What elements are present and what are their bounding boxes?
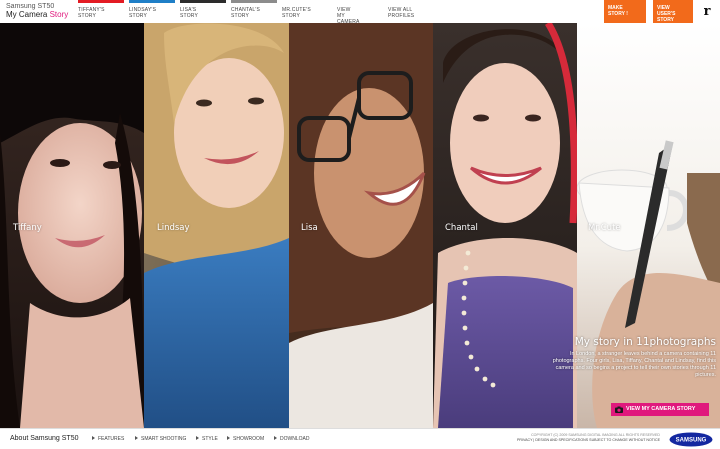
nav-label: Story bbox=[180, 13, 199, 19]
arrow-right-icon bbox=[227, 436, 230, 440]
nav-mrcute-story[interactable]: Mr.Cute's Story bbox=[282, 0, 311, 23]
make-story-button[interactable]: Make Story ! bbox=[604, 0, 646, 23]
nav-label: Profiles bbox=[388, 13, 415, 19]
strip-name-lindsay: Lindsay bbox=[157, 223, 190, 233]
nav-view-my-camera-story[interactable]: View My Camera Story bbox=[337, 0, 359, 31]
nav-view-all-profiles[interactable]: View All Profiles bbox=[388, 0, 414, 23]
footer-link-label: Features bbox=[98, 436, 125, 442]
samsung-logo[interactable]: SAMSUNG bbox=[669, 432, 713, 447]
nav-color-bar bbox=[231, 0, 277, 3]
nav-label: Story bbox=[282, 13, 301, 19]
strip-name-chantal: Chantal bbox=[445, 223, 478, 233]
footer-link-style[interactable]: Style bbox=[196, 436, 218, 442]
legal-links[interactable]: PRIVACY | DESIGN AND SPECIFICATIONS SUBJ… bbox=[470, 438, 660, 443]
nav-label: Story bbox=[78, 13, 97, 19]
nav-lisa-story[interactable]: Lisa's Story bbox=[180, 0, 226, 23]
arrow-right-icon bbox=[92, 436, 95, 440]
nav-label: Story bbox=[231, 13, 250, 19]
samsung-logo-text: SAMSUNG bbox=[676, 438, 707, 444]
legal-notice: COPYRIGHT (C) 2009 SAMSUNG DIGITAL IMAGI… bbox=[470, 433, 660, 443]
arrow-right-icon bbox=[274, 436, 277, 440]
story-description: In London, a stranger leaves behind a ca… bbox=[552, 351, 716, 378]
strip-name-mrcute: Mr.Cute bbox=[588, 223, 621, 233]
strip-tiffany[interactable]: Tiffany bbox=[0, 23, 144, 428]
nav-label: Story bbox=[129, 13, 148, 19]
brand-logo[interactable]: Samsung ST50 My Camera Story bbox=[6, 3, 68, 19]
footer-link-smart-shooting[interactable]: Smart Shooting bbox=[135, 436, 186, 442]
nav-chantal-story[interactable]: Chantal's Story bbox=[231, 0, 277, 23]
view-users-story-button[interactable]: View User's Story bbox=[653, 0, 693, 23]
nav-color-bar bbox=[78, 0, 124, 3]
nav-label: View My bbox=[337, 7, 351, 19]
strip-lisa[interactable]: Lisa bbox=[289, 23, 433, 428]
strip-name-tiffany: Tiffany bbox=[13, 223, 42, 233]
footer-link-download[interactable]: Download bbox=[274, 436, 309, 442]
nav-color-bar bbox=[180, 0, 226, 3]
camera-icon bbox=[615, 406, 623, 413]
profile-strips: Tiffany Lindsay Lisa Chantal Mr.Cute My … bbox=[0, 23, 720, 428]
site-header: Samsung ST50 My Camera Story Tiffany's S… bbox=[0, 0, 720, 31]
brand-title-accent: Story bbox=[49, 10, 69, 19]
footer-link-showroom[interactable]: Showroom bbox=[227, 436, 264, 442]
nav-tiffany-story[interactable]: Tiffany's Story bbox=[78, 0, 124, 23]
brand-title: My Camera Story bbox=[6, 11, 68, 19]
story-title: My story in 11photographs bbox=[574, 336, 716, 348]
footer-link-label: Download bbox=[280, 436, 310, 442]
brand-title-prefix: My Camera bbox=[6, 10, 50, 19]
corner-logo[interactable]: r bbox=[697, 2, 717, 21]
about-link[interactable]: About Samsung ST50 bbox=[10, 435, 79, 442]
cta-label: Story ! bbox=[608, 11, 628, 17]
site-footer: About Samsung ST50 Features Smart Shooti… bbox=[0, 428, 720, 449]
strip-name-lisa: Lisa bbox=[301, 223, 318, 233]
arrow-right-icon bbox=[135, 436, 138, 440]
nav-lindsay-story[interactable]: Lindsay's Story bbox=[129, 0, 175, 23]
footer-link-label: Style bbox=[202, 436, 218, 442]
footer-link-label: Showroom bbox=[233, 436, 265, 442]
view-my-camera-story-button[interactable]: View My Camera Story bbox=[611, 403, 709, 416]
strip-lindsay[interactable]: Lindsay bbox=[144, 23, 289, 428]
story-button-label: View My Camera Story bbox=[626, 406, 696, 412]
footer-link-label: Smart Shooting bbox=[141, 436, 187, 442]
nav-color-bar bbox=[129, 0, 175, 3]
brand-model: Samsung ST50 bbox=[6, 3, 55, 10]
footer-link-features[interactable]: Features bbox=[92, 436, 124, 442]
story-intro: My story in 11photographs In London, a s… bbox=[552, 336, 716, 379]
arrow-right-icon bbox=[196, 436, 199, 440]
